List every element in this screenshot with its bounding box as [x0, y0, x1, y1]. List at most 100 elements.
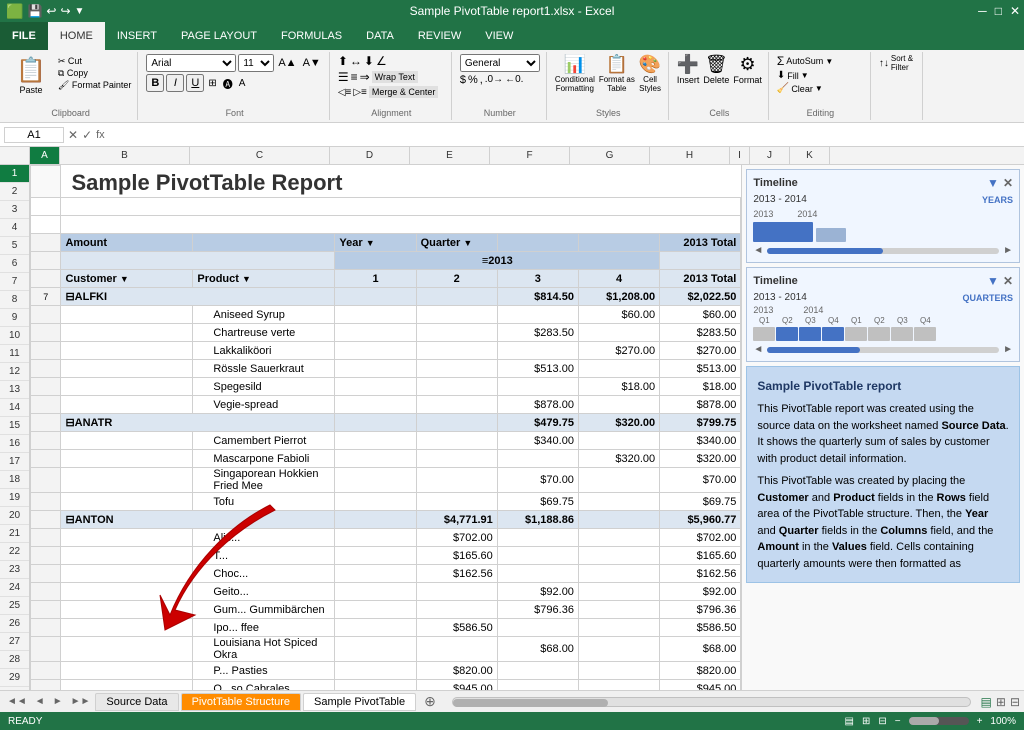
- col-header-h[interactable]: H: [650, 147, 730, 164]
- row-26[interactable]: 26: [0, 615, 29, 633]
- fill-button[interactable]: ⬇Fill▼: [777, 70, 809, 81]
- timeline2-filter-icon[interactable]: ▼: [987, 274, 999, 288]
- row-6[interactable]: 6: [0, 255, 29, 273]
- page-break-view-button[interactable]: ⊟: [1010, 695, 1020, 709]
- table-row[interactable]: Geito... $92.00 $92.00: [31, 583, 741, 601]
- timeline-prev-icon[interactable]: ◄: [753, 245, 763, 256]
- save-icon[interactable]: 💾: [27, 4, 42, 18]
- copy-button[interactable]: ⧉ Copy: [58, 68, 131, 79]
- row-24[interactable]: 24: [0, 579, 29, 597]
- row-29[interactable]: 29: [0, 669, 29, 687]
- paste-button[interactable]: 📋 Paste: [10, 54, 52, 97]
- col-header-c[interactable]: C: [190, 147, 330, 164]
- angle-text-button[interactable]: ∠: [376, 54, 387, 68]
- wrap-text-button[interactable]: Wrap Text: [372, 71, 418, 83]
- table-row[interactable]: Spegesild $18.00 $18.00: [31, 378, 741, 396]
- align-top-button[interactable]: ⬆: [338, 54, 348, 68]
- row-25[interactable]: 25: [0, 597, 29, 615]
- italic-button[interactable]: I: [166, 74, 184, 92]
- col-header-e[interactable]: E: [410, 147, 490, 164]
- table-row[interactable]: Aniseed Syrup $60.00 $60.00: [31, 306, 741, 324]
- row-17[interactable]: 17: [0, 453, 29, 471]
- row-11[interactable]: 11: [0, 345, 29, 363]
- formula-bar-input[interactable]: [109, 129, 1020, 141]
- horizontal-scrollbar[interactable]: [452, 697, 971, 707]
- tab-home[interactable]: HOME: [48, 22, 105, 50]
- redo-icon[interactable]: ↪: [60, 4, 70, 18]
- table-row[interactable]: Choc... $162.56 $162.56: [31, 565, 741, 583]
- row-27[interactable]: 27: [0, 633, 29, 651]
- zoom-in-button[interactable]: +: [977, 716, 983, 727]
- table-row[interactable]: ⊟ANTON $4,771.91 $1,188.86 $5,960.77: [31, 511, 741, 529]
- table-row[interactable]: Tofu $69.75 $69.75: [31, 493, 741, 511]
- decrease-font-button[interactable]: A▼: [301, 57, 323, 69]
- row-15[interactable]: 15: [0, 417, 29, 435]
- font-size-select[interactable]: 11: [238, 54, 274, 72]
- row-7[interactable]: 7: [0, 273, 29, 291]
- row-4[interactable]: 4: [0, 219, 29, 237]
- col-header-k[interactable]: K: [790, 147, 830, 164]
- cancel-formula-icon[interactable]: ✕: [68, 128, 78, 142]
- row-8[interactable]: 8: [0, 291, 29, 309]
- timeline2-next-icon[interactable]: ►: [1003, 344, 1013, 355]
- table-row[interactable]: P... Pasties $820.00 $820.00: [31, 662, 741, 680]
- row-13[interactable]: 13: [0, 381, 29, 399]
- tab-review[interactable]: REVIEW: [406, 22, 473, 50]
- font-color-button[interactable]: A: [237, 78, 248, 89]
- row-10[interactable]: 10: [0, 327, 29, 345]
- cell-reference-box[interactable]: A1: [4, 127, 64, 143]
- timeline-close-icon[interactable]: ✕: [1003, 176, 1013, 190]
- col-header-a[interactable]: A: [30, 147, 60, 164]
- percent-button[interactable]: %: [468, 74, 478, 86]
- fill-color-button[interactable]: 🅐: [221, 76, 235, 91]
- increase-decimal-button[interactable]: .0→: [485, 74, 503, 86]
- row-22[interactable]: 22: [0, 543, 29, 561]
- timeline-bar-2013[interactable]: [753, 222, 813, 242]
- add-sheet-button[interactable]: ⊕: [418, 693, 442, 710]
- tab-source-data[interactable]: Source Data: [95, 693, 178, 711]
- cell-styles-button[interactable]: 🎨 CellStyles: [639, 54, 661, 93]
- table-row[interactable]: Rössle Sauerkraut $513.00 $513.00: [31, 360, 741, 378]
- table-row[interactable]: Alic... $702.00 $702.00: [31, 529, 741, 547]
- bold-button[interactable]: B: [146, 74, 164, 92]
- timeline-filter-icon[interactable]: ▼: [987, 176, 999, 190]
- row-28[interactable]: 28: [0, 651, 29, 669]
- sort-filter-button[interactable]: ↑↓Sort &Filter: [879, 54, 913, 72]
- border-button[interactable]: ⊞: [206, 78, 218, 89]
- format-button[interactable]: ⚙ Format: [733, 54, 762, 85]
- confirm-formula-icon[interactable]: ✓: [82, 128, 92, 142]
- delete-button[interactable]: 🗑 Delete: [703, 54, 729, 85]
- row-20[interactable]: 20: [0, 507, 29, 525]
- table-row[interactable]: Vegie-spread $878.00 $878.00: [31, 396, 741, 414]
- comma-button[interactable]: ,: [480, 74, 483, 86]
- table-row[interactable]: Gum... Gummibärchen $796.36 $796.36: [31, 601, 741, 619]
- view-break-icon[interactable]: ⊟: [878, 716, 886, 727]
- timeline2-prev-icon[interactable]: ◄: [753, 344, 763, 355]
- clear-button[interactable]: 🧹Clear▼: [777, 83, 823, 94]
- zoom-slider[interactable]: [909, 717, 969, 725]
- close-button[interactable]: ✕: [1010, 4, 1020, 18]
- row-1[interactable]: 1: [0, 165, 29, 183]
- decrease-decimal-button[interactable]: ←0.: [505, 74, 523, 86]
- tab-insert[interactable]: INSERT: [105, 22, 169, 50]
- decrease-indent-button[interactable]: ◁≡: [338, 87, 352, 98]
- maximize-button[interactable]: □: [995, 4, 1002, 18]
- table-row[interactable]: Singaporean Hokkien Fried Mee $70.00 $70…: [31, 468, 741, 493]
- format-as-table-button[interactable]: 📋 Format asTable: [599, 54, 635, 93]
- number-format-select[interactable]: General: [460, 54, 540, 72]
- insert-button[interactable]: ➕ Insert: [677, 54, 700, 85]
- table-row[interactable]: Louisiana Hot Spiced Okra $68.00 $68.00: [31, 637, 741, 662]
- tab-pivottable-structure[interactable]: PivotTable Structure: [181, 693, 301, 711]
- col-header-b[interactable]: B: [60, 147, 190, 164]
- row-2[interactable]: 2: [0, 183, 29, 201]
- table-row[interactable]: Mascarpone Fabioli $320.00 $320.00: [31, 450, 741, 468]
- table-row[interactable]: Lakkaliköori $270.00 $270.00: [31, 342, 741, 360]
- align-left-button[interactable]: ☰: [338, 70, 349, 84]
- row-23[interactable]: 23: [0, 561, 29, 579]
- merge-center-button[interactable]: Merge & Center: [369, 86, 439, 98]
- page-layout-view-button[interactable]: ⊞: [996, 695, 1006, 709]
- row-9[interactable]: 9: [0, 309, 29, 327]
- timeline2-close-icon[interactable]: ✕: [1003, 274, 1013, 288]
- table-row[interactable]: Chartreuse verte $283.50 $283.50: [31, 324, 741, 342]
- tab-sample-pivottable[interactable]: Sample PivotTable: [303, 693, 416, 711]
